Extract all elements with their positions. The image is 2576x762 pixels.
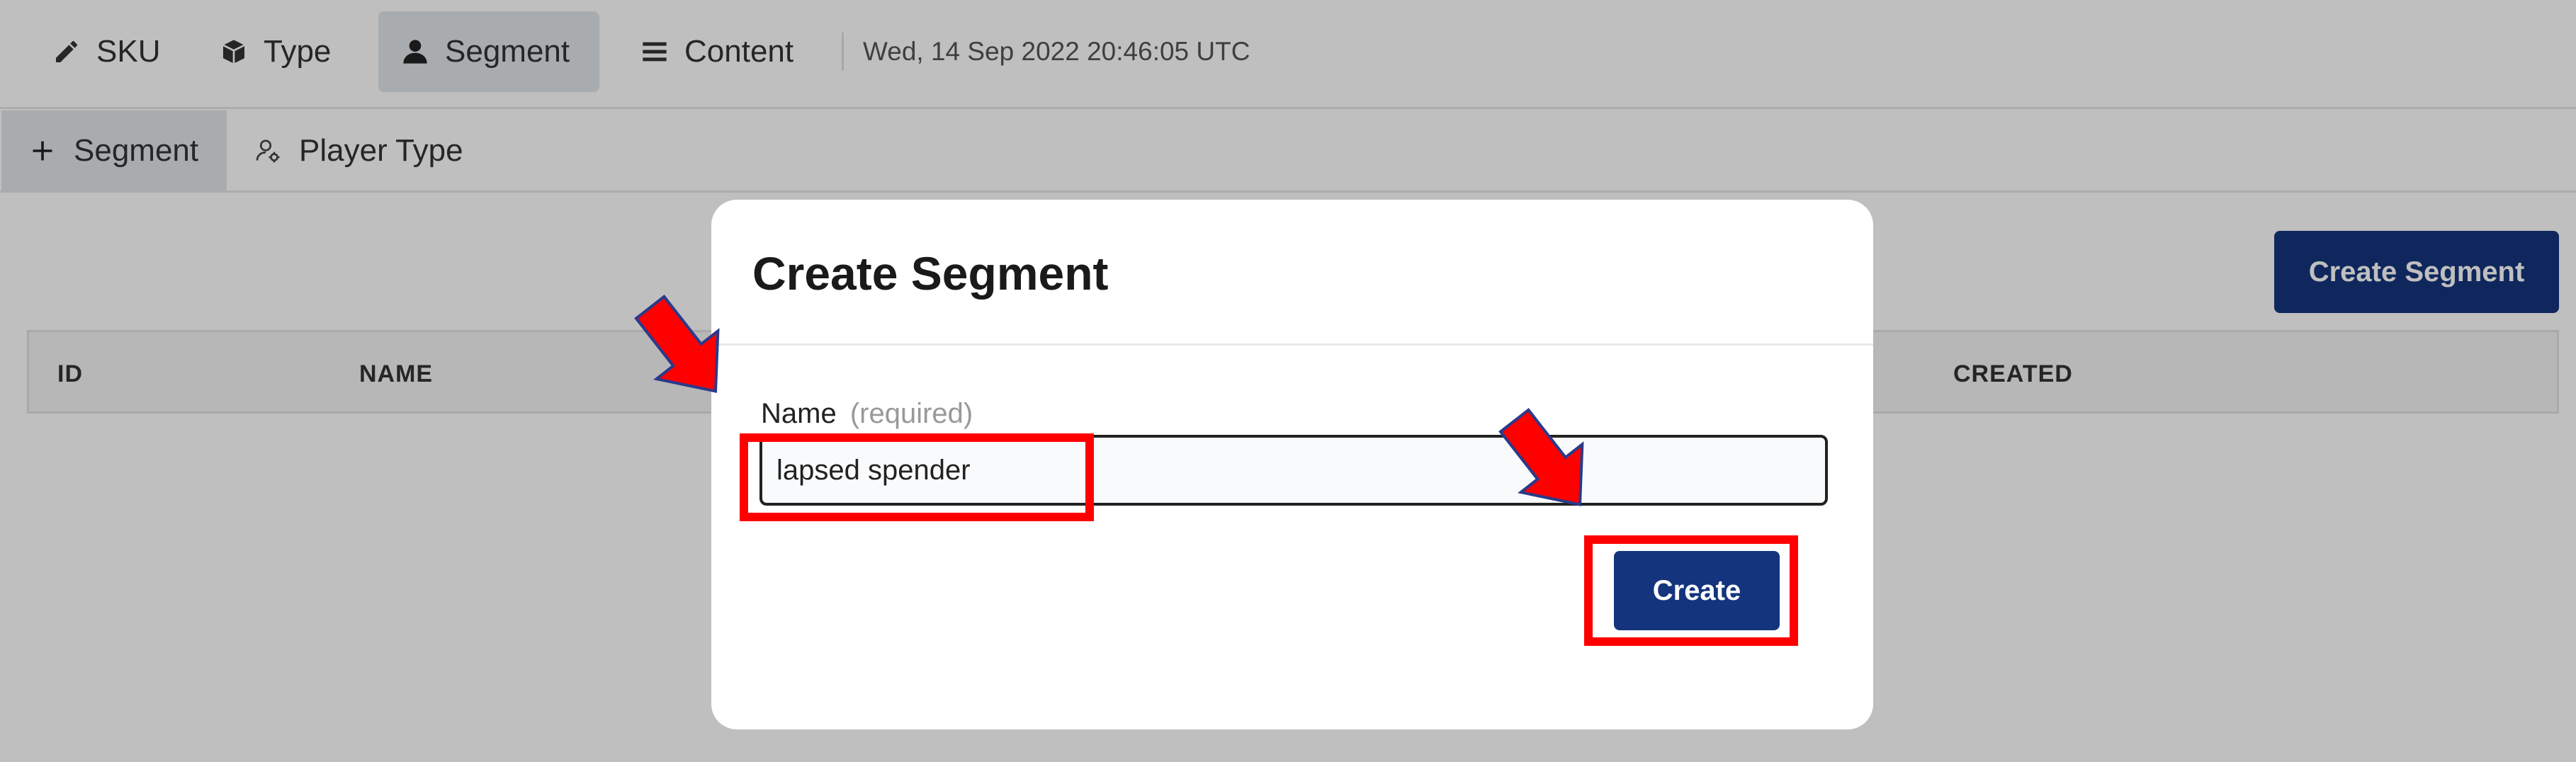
name-field-label: Name (required)	[761, 398, 973, 430]
annotation-arrow-icon	[1498, 408, 1584, 506]
name-label-text: Name	[761, 398, 837, 429]
highlight-box-create-button	[1584, 535, 1798, 646]
required-hint: (required)	[849, 398, 973, 429]
highlight-box-name-input	[740, 433, 1094, 521]
annotation-arrow-icon	[634, 295, 720, 393]
modal-header: Create Segment	[711, 200, 1873, 346]
modal-title: Create Segment	[752, 247, 1109, 300]
